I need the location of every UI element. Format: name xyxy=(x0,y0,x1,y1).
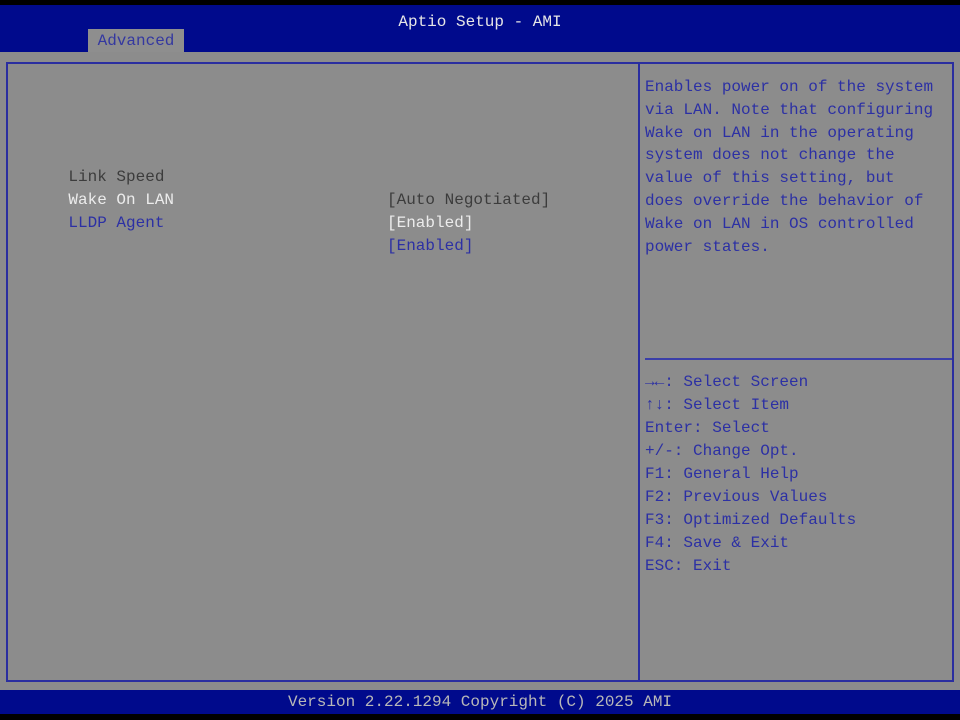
help-text: Enables power on of the system via LAN. … xyxy=(645,78,934,256)
footer-version: Version 2.22.1294 Copyright (C) 2025 AMI xyxy=(0,690,960,714)
key-desc: Previous Values xyxy=(673,488,828,506)
setting-lldp-agent[interactable]: LLDP Agent [Enabled] xyxy=(30,189,473,255)
key-item: →←: Select Screen xyxy=(645,371,945,394)
setting-link-speed: Link Speed [Auto Negotiated] xyxy=(30,143,550,209)
key-label: F3: xyxy=(645,511,674,529)
setting-value[interactable]: [Enabled] xyxy=(387,235,473,258)
key-label: F1: xyxy=(645,465,674,483)
key-label: ↑↓: xyxy=(645,396,674,414)
key-label: +/-: xyxy=(645,442,684,460)
setting-label: LLDP Agent xyxy=(68,214,165,232)
key-label: ESC: xyxy=(645,557,684,575)
setting-value[interactable]: [Enabled] xyxy=(387,212,473,235)
key-item: ESC: Exit xyxy=(645,555,945,578)
key-label: →←: xyxy=(645,373,674,391)
panel-divider xyxy=(638,64,640,680)
key-desc: Change Opt. xyxy=(683,442,799,460)
key-label: F2: xyxy=(645,488,674,506)
key-item: +/-: Change Opt. xyxy=(645,440,945,463)
setting-wake-on-lan[interactable]: Wake On LAN [Enabled] xyxy=(30,166,473,232)
key-item: F4: Save & Exit xyxy=(645,532,945,555)
key-desc: General Help xyxy=(673,465,799,483)
key-item: F3: Optimized Defaults xyxy=(645,509,945,532)
key-label: F4: xyxy=(645,534,674,552)
key-desc: Save & Exit xyxy=(673,534,790,552)
key-item: F1: General Help xyxy=(645,463,945,486)
setting-value: [Auto Negotiated] xyxy=(387,191,551,209)
key-desc: Optimized Defaults xyxy=(673,511,857,529)
key-label: Enter: xyxy=(645,419,703,437)
key-desc: Select xyxy=(702,419,770,437)
key-desc: Exit xyxy=(683,557,732,575)
tab-advanced[interactable]: Advanced xyxy=(88,29,184,52)
key-legend: →←: Select Screen ↑↓: Select Item Enter:… xyxy=(645,371,945,578)
help-divider xyxy=(645,358,952,360)
key-desc: Select Screen xyxy=(673,373,809,391)
key-item: Enter: Select xyxy=(645,417,945,440)
key-item: ↑↓: Select Item xyxy=(645,394,945,417)
key-desc: Select Item xyxy=(673,396,790,414)
key-item: F2: Previous Values xyxy=(645,486,945,509)
header-bar: Aptio Setup - AMI Advanced xyxy=(0,5,960,52)
main-panel: Link Speed [Auto Negotiated] Wake On LAN… xyxy=(0,52,960,690)
